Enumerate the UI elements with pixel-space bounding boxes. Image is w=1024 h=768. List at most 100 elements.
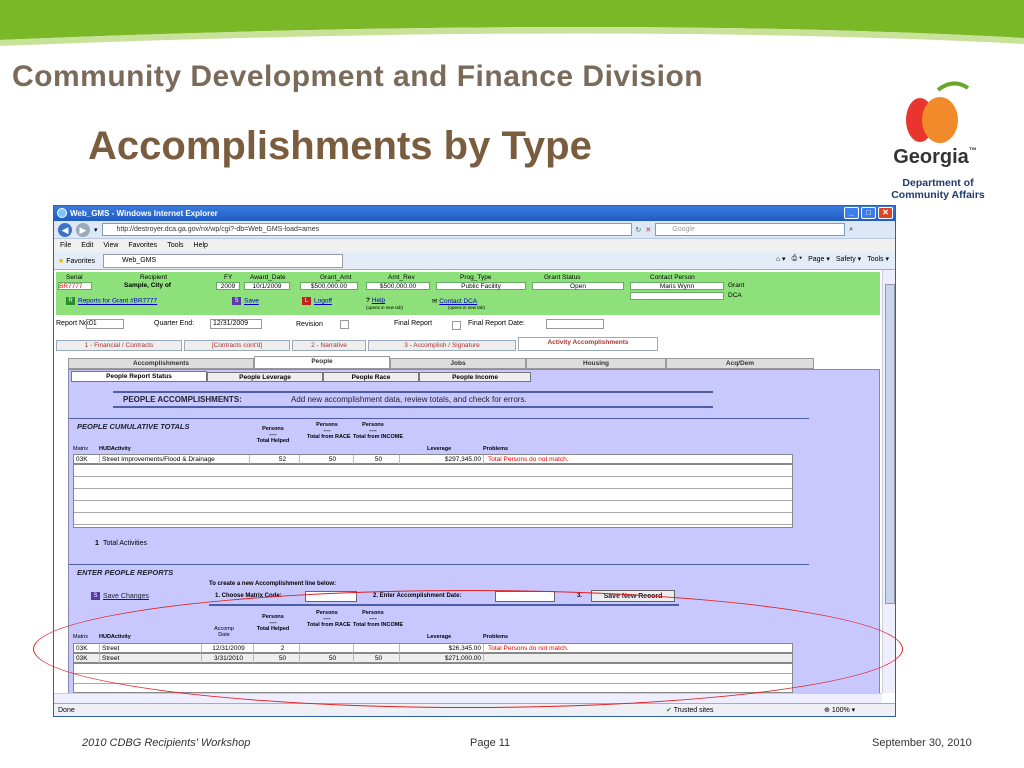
tab-people-leverage[interactable]: People Leverage [207, 372, 323, 382]
prog-type-value: Public Facility [436, 282, 526, 290]
georgia-dca-logo: Georgia™ Department of Community Affairs [858, 80, 1018, 205]
refresh-icon[interactable]: ↻ [636, 226, 642, 234]
back-button[interactable]: ◀ [58, 222, 72, 237]
cell-leverage: $297,345.00 [404, 455, 484, 464]
label-amt-rev: Amt_Rev [388, 274, 415, 281]
tab-web-gms[interactable]: Web_GMS [103, 253, 344, 268]
forward-button[interactable]: ▶ [76, 222, 90, 237]
enter-reports-title: ENTER PEOPLE REPORTS [77, 568, 174, 577]
save-button[interactable]: S Save [232, 297, 259, 305]
tab-contracts-contd[interactable]: [Contracts cont'd] [184, 340, 290, 351]
create-instructions: To create a new Accomplishment line belo… [209, 581, 337, 587]
tab-people-income[interactable]: People Income [419, 372, 531, 382]
label-prog-type: Prog_Type [460, 274, 492, 281]
banner-title: PEOPLE ACCOMPLISHMENTS: [123, 395, 242, 404]
tab-financial-contracts[interactable]: 1 - Financial / Contracts [56, 340, 182, 351]
label-recipient: Recipient [140, 274, 168, 281]
final-report-date-label: Final Report Date: [468, 320, 525, 327]
window-title: Web_GMS - Windows Internet Explorer [70, 209, 218, 218]
table-row[interactable]: 03K Street Improvements/Flood & Drainage… [73, 454, 793, 464]
tools-menu[interactable]: Tools ▾ [867, 255, 889, 263]
total-activities-label: Total Activities [103, 540, 147, 547]
georgia-wordmark: Georgia™ [893, 146, 977, 168]
menu-help[interactable]: Help [194, 239, 208, 252]
report-no-field[interactable]: 01 [86, 319, 124, 329]
safety-menu[interactable]: Safety ▾ [836, 255, 861, 263]
contact-dca-link[interactable]: ✉ Contact DCA [432, 297, 477, 305]
division-title: Community Development and Finance Divisi… [12, 60, 704, 93]
contact-org-grant: Grant [728, 282, 745, 289]
label-grant-amt: Grant_Amt [320, 274, 352, 281]
reports-link[interactable]: R Reports for Grant #BR7777 [66, 297, 157, 305]
tab-people[interactable]: People [254, 356, 390, 369]
col-persons-1: Persons ---- Total Helped [256, 426, 290, 444]
menu-file[interactable]: File [60, 239, 71, 252]
tab-acq-dem[interactable]: Acq/Dem [666, 358, 814, 369]
help-link[interactable]: ? Help [366, 297, 385, 304]
menu-favorites[interactable]: Favorites [128, 239, 157, 252]
save-icon: S [232, 297, 241, 305]
home-icon[interactable]: ⌂ ▾ [776, 255, 786, 263]
quarter-end-label: Quarter End: [154, 320, 195, 327]
grant-amt-value: $500,000.00 [300, 282, 358, 290]
close-button[interactable]: ✕ [878, 207, 893, 219]
tab-people-race[interactable]: People Race [323, 372, 419, 382]
total-activities-count: 1 [95, 540, 99, 547]
col-persons-3: Persons ---- Total from INCOME [353, 422, 404, 440]
revision-checkbox[interactable] [340, 320, 349, 329]
favorites-button[interactable]: ★ Favorites [58, 257, 95, 265]
window-titlebar[interactable]: Web_GMS - Windows Internet Explorer _ □ … [54, 206, 895, 221]
fy-value: 2009 [216, 282, 240, 290]
cell-race: 50 [310, 455, 354, 464]
tab-people-report-status[interactable]: People Report Status [71, 371, 207, 382]
menu-tools[interactable]: Tools [167, 239, 183, 252]
save-changes-button[interactable]: S Save Changes [91, 592, 149, 600]
department-name: Department of Community Affairs [891, 177, 985, 201]
final-report-date-field[interactable] [546, 319, 604, 329]
stop-icon[interactable]: ✕ [645, 226, 651, 234]
cumulative-title: PEOPLE CUMULATIVE TOTALS [77, 422, 190, 431]
scrollbar-thumb[interactable] [885, 284, 895, 604]
label-fy: FY [224, 274, 233, 281]
chevron-down-icon[interactable]: ▾ [94, 226, 98, 234]
highlight-ellipse [33, 590, 903, 708]
menu-edit[interactable]: Edit [81, 239, 93, 252]
award-date-value: 10/1/2009 [244, 282, 290, 290]
menu-view[interactable]: View [103, 239, 118, 252]
tab-jobs[interactable]: Jobs [390, 358, 526, 369]
search-input[interactable]: Google [655, 223, 846, 236]
zoom-level[interactable]: ⊕ 100% ▾ [824, 704, 855, 716]
quarter-end-field[interactable]: 12/31/2009 [210, 319, 262, 329]
col-problems: Problems [483, 446, 509, 452]
page-menu[interactable]: Page ▾ [808, 255, 830, 263]
tab-housing[interactable]: Housing [526, 358, 666, 369]
final-report-label: Final Report [394, 320, 433, 327]
tab-accomplish-signature[interactable]: 3 - Accomplish / Signature [368, 340, 516, 351]
maximize-button[interactable]: □ [861, 207, 876, 219]
logoff-icon: L [302, 297, 311, 305]
final-report-checkbox[interactable] [452, 321, 461, 330]
revision-label: Revision [296, 321, 323, 328]
col-persons-2: Persons ---- Total from RACE [307, 422, 351, 440]
logoff-button[interactable]: L Logoff [302, 297, 332, 305]
tab-accomplishments[interactable]: Accomplishments [68, 358, 254, 369]
report-no-label: Report No: [56, 320, 90, 327]
tab-activity-accomplishments[interactable]: Activity Accomplishments [518, 337, 658, 351]
minimize-button[interactable]: _ [844, 207, 859, 219]
star-icon: ★ [58, 257, 65, 265]
status-text: Done [58, 707, 75, 714]
contact-value-2 [630, 292, 724, 300]
slide-title: Accomplishments by Type [88, 124, 592, 168]
cell-activity: Street Improvements/Flood & Drainage [100, 455, 250, 464]
search-icon[interactable]: ⌕ [849, 226, 853, 234]
trusted-sites-zone[interactable]: ✔ Trusted sites [666, 704, 714, 716]
address-bar[interactable]: http://destroyer.dca.ga.gov/nx/wp/cgi?-d… [101, 223, 632, 236]
cell-matrix: 03K [74, 455, 100, 464]
header-swoosh [0, 0, 1024, 46]
cell-income: 50 [356, 455, 400, 464]
tab-narrative[interactable]: 2 - Narrative [292, 340, 366, 351]
print-icon[interactable]: ⎙ ▾ [792, 255, 803, 263]
vertical-scrollbar[interactable] [882, 270, 895, 693]
cell-helped: 52 [264, 455, 300, 464]
col-hud-activity: HUDActivity [99, 446, 131, 452]
